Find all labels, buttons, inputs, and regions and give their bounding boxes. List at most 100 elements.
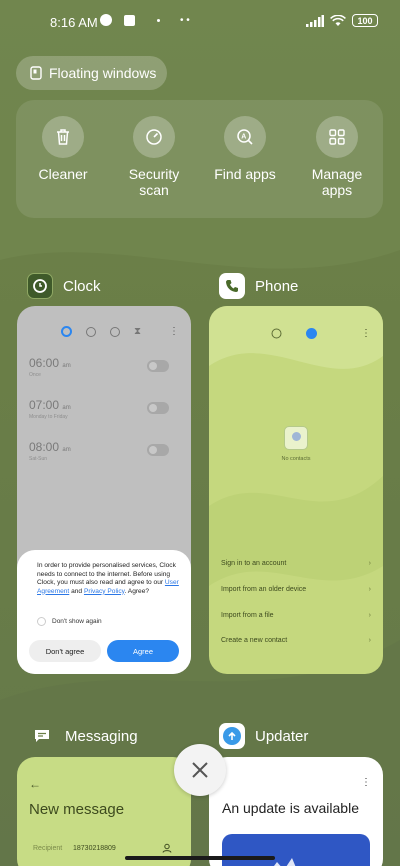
new-message-title: New message	[29, 801, 125, 818]
update-banner-image	[222, 834, 370, 866]
security-scan-icon	[133, 116, 175, 158]
phone-action-label: Sign in to an account	[221, 560, 287, 567]
alarm-ampm: am	[62, 363, 71, 369]
alarm-tab-icon[interactable]	[61, 326, 72, 337]
wifi-icon	[330, 14, 346, 26]
phone-app-card[interactable]: ⋮ No contacts Sign in to an account › Imp…	[209, 306, 383, 674]
security-scan-button[interactable]: Security scan	[109, 116, 199, 198]
updater-app-header[interactable]: Updater	[219, 723, 308, 749]
alarm-repeat: Once	[29, 372, 41, 378]
checkbox-icon	[37, 617, 46, 626]
privacy-policy-link[interactable]: Privacy Policy	[84, 588, 125, 595]
messaging-app-card[interactable]: ← New message Recipient 18730218809	[17, 757, 191, 866]
import-older-device-item[interactable]: Import from an older device ›	[221, 586, 371, 593]
phone-action-label: Create a new contact	[221, 637, 288, 644]
contact-picker-icon[interactable]	[162, 843, 172, 853]
alarm-toggle[interactable]	[147, 402, 169, 414]
status-bar: 8:16 AM • • 100	[0, 0, 400, 44]
import-file-item[interactable]: Import from a file ›	[221, 612, 371, 619]
contacts-tab-icon[interactable]	[306, 328, 317, 339]
quick-actions-panel: Cleaner Security scan A Find apps Manage…	[16, 100, 383, 218]
create-contact-item[interactable]: Create a new contact ›	[221, 637, 371, 644]
recents-tab-icon[interactable]	[271, 328, 282, 339]
recipient-input[interactable]: 18730218809	[73, 845, 116, 852]
alarm-time: 06:00	[29, 356, 60, 370]
dont-show-again-label: Don't show again	[52, 618, 102, 625]
find-apps-button[interactable]: A Find apps	[200, 116, 290, 182]
phone-more-icon[interactable]: ⋮	[361, 328, 371, 339]
agree-button[interactable]: Agree	[107, 640, 179, 662]
update-available-title: An update is available	[222, 800, 359, 816]
dont-agree-button[interactable]: Don't agree	[29, 640, 101, 662]
home-indicator[interactable]	[125, 856, 275, 860]
messaging-app-name: Messaging	[65, 727, 138, 745]
world-clock-tab-icon[interactable]	[86, 326, 96, 337]
phone-tabs	[271, 328, 317, 339]
updater-app-icon	[219, 723, 245, 749]
back-arrow-icon[interactable]: ←	[29, 777, 41, 791]
find-apps-label: Find apps	[214, 166, 276, 182]
notification-square-icon	[124, 14, 135, 26]
clock-more-icon[interactable]: ⋮	[169, 326, 179, 337]
phone-app-name: Phone	[255, 277, 299, 295]
alarm-repeat: Sat-Sun	[29, 456, 48, 462]
manage-apps-button[interactable]: Manage apps	[292, 116, 382, 198]
floating-windows-button[interactable]: Floating windows	[16, 56, 167, 90]
privacy-dialog: In order to provide personalised service…	[17, 550, 191, 674]
floating-windows-label: Floating windows	[49, 65, 157, 81]
chevron-right-icon: ›	[368, 560, 371, 567]
messaging-app-header[interactable]: Messaging	[29, 723, 138, 749]
clock-app-icon	[27, 273, 53, 299]
alarm-ampm: am	[62, 405, 71, 411]
chevron-right-icon: ›	[368, 586, 371, 593]
dont-show-again-checkbox[interactable]: Don't show again	[37, 617, 102, 626]
trash-icon	[42, 116, 84, 158]
no-contacts-label: No contacts	[281, 456, 311, 462]
floating-window-icon	[30, 66, 42, 80]
sign-in-account-item[interactable]: Sign in to an account ›	[221, 560, 371, 567]
cleaner-label: Cleaner	[38, 166, 88, 182]
close-icon	[192, 762, 208, 778]
dot-icon	[157, 18, 160, 22]
security-scan-label: Security scan	[128, 166, 180, 198]
alarm-time: 07:00	[29, 398, 60, 412]
timer-tab-icon[interactable]: ⧗	[134, 326, 141, 337]
messaging-app-icon	[29, 723, 55, 749]
notification-app-icon	[100, 14, 112, 26]
find-apps-icon: A	[224, 116, 266, 158]
svg-text:A: A	[241, 134, 246, 141]
status-notification-icons: • •	[100, 14, 190, 26]
phone-app-header[interactable]: Phone	[219, 273, 298, 299]
updater-app-name: Updater	[255, 727, 309, 745]
updater-more-icon[interactable]: ⋮	[361, 777, 371, 788]
battery-indicator: 100	[352, 14, 378, 27]
alarm-row[interactable]: 08:00 am Sat-Sun	[29, 440, 179, 474]
alarm-ampm: am	[62, 447, 71, 453]
alarm-toggle[interactable]	[147, 360, 169, 372]
dialog-text-part: . Agree?	[124, 587, 150, 595]
clock-app-header[interactable]: Clock	[27, 273, 101, 299]
clock-tabs: ⧗	[61, 326, 141, 337]
status-time: 8:16 AM	[50, 15, 98, 30]
stopwatch-tab-icon[interactable]	[110, 326, 120, 337]
cleaner-button[interactable]: Cleaner	[18, 116, 108, 182]
alarm-row[interactable]: 06:00 am Once	[29, 356, 179, 390]
alarm-row[interactable]: 07:00 am Monday to Friday	[29, 398, 179, 432]
alarm-toggle[interactable]	[147, 444, 169, 456]
dialog-text-part: In order to provide personalised service…	[37, 562, 176, 586]
signal-icon	[306, 14, 324, 27]
no-contacts-icon	[284, 426, 308, 450]
recipient-label: Recipient	[33, 845, 63, 852]
updater-app-card[interactable]: ⋮ An update is available	[209, 757, 383, 866]
more-dots-icon: • •	[180, 14, 190, 26]
clock-app-name: Clock	[63, 277, 101, 295]
grid-icon	[316, 116, 358, 158]
clear-all-button[interactable]	[174, 744, 226, 796]
manage-apps-label: Manage apps	[311, 166, 363, 198]
phone-action-label: Import from a file	[221, 612, 274, 619]
privacy-dialog-text: In order to provide personalised service…	[37, 562, 185, 596]
phone-app-icon	[219, 273, 245, 299]
alarm-time: 08:00	[29, 440, 60, 454]
chevron-right-icon: ›	[368, 637, 371, 644]
chevron-right-icon: ›	[368, 612, 371, 619]
